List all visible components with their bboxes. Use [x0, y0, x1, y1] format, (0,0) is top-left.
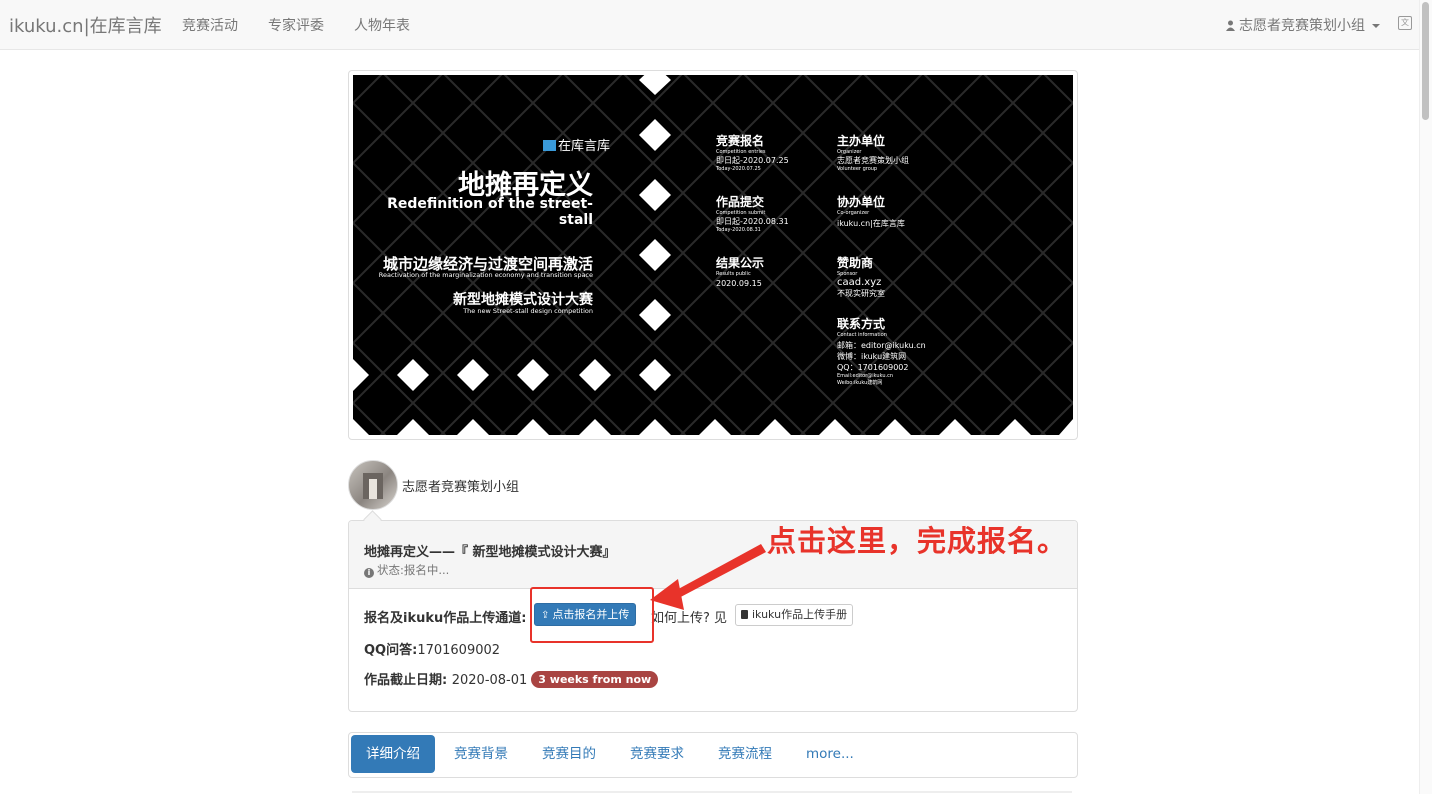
page-scrollbar[interactable] [1419, 0, 1432, 794]
user-menu-label: 志愿者竞赛策划小组 [1239, 18, 1365, 34]
qq-value: 1701609002 [417, 643, 501, 658]
submit-heading: 作品提交 [716, 195, 765, 209]
banner-sponsor: 赞助商 Sponsor caad.xyz 不现实研究室 [837, 254, 885, 299]
tab-purpose[interactable]: 竞赛目的 [527, 735, 611, 773]
deadline-label: 作品截止日期: [364, 673, 448, 688]
info-icon: i [364, 568, 374, 578]
banner-coorganizer: 协办单位 Co-organizer ikuku.cn|在库言库 [837, 193, 905, 229]
submit-value: 即日起-2020.08.31 [716, 217, 789, 226]
scrollbar-thumb[interactable] [1422, 2, 1429, 120]
user-icon [1226, 19, 1235, 31]
banner-entries: 竞赛报名 Competition entries 即日起-2020.07.25 … [716, 132, 789, 172]
user-menu[interactable]: 志愿者竞赛策划小组 [1226, 15, 1380, 35]
tab-requirements[interactable]: 竞赛要求 [615, 735, 699, 773]
nav-timeline[interactable]: 人物年表 [354, 15, 410, 35]
book-icon [741, 610, 748, 619]
organizer-value-en: Volunteer group [837, 166, 878, 172]
banner-subtitle-2-en: The new Street-stall design competition [463, 307, 593, 315]
contact-heading: 联系方式 [837, 317, 886, 331]
tab-more[interactable]: more... [791, 735, 869, 773]
contact-qq: QQ：1701609002 [837, 363, 909, 372]
entries-value-en: Today-2020.07.25 [716, 166, 761, 172]
deadline-badge: 3 weeks from now [531, 671, 659, 688]
language-icon[interactable]: 文 [1398, 16, 1412, 30]
qq-label: QQ问答: [364, 643, 418, 658]
upload-manual-button[interactable]: ikuku作品上传手册 [735, 604, 854, 626]
results-value: 2020.09.15 [716, 279, 762, 288]
banner-image: 在库言库 地摊再定义 Redefinition of the street-st… [353, 75, 1073, 435]
banner-title-en: Redefinition of the street-stall [387, 196, 593, 228]
author-avatar[interactable] [348, 460, 398, 510]
contact-email: 邮箱：editor@ikuku.cn [837, 341, 926, 350]
coorganizer-sub: Co-organizer [837, 210, 870, 216]
deadline-value: 2020-08-01 [451, 673, 528, 688]
nav-competitions[interactable]: 竞赛活动 [182, 15, 238, 35]
deadline-row: 作品截止日期: 2020-08-01 3 weeks from now [364, 669, 659, 688]
tab-background[interactable]: 竞赛背景 [439, 735, 523, 773]
competition-title: 地摊再定义——『 新型地摊模式设计大赛』 [364, 545, 616, 560]
results-heading: 结果公示 [716, 256, 765, 270]
banner-results: 结果公示 Results public 2020.09.15 [716, 254, 764, 288]
nav-judges[interactable]: 专家评委 [268, 15, 324, 35]
qq-row: QQ问答:1701609002 [364, 639, 500, 658]
sponsor-heading: 赞助商 [837, 256, 874, 270]
detail-tabs: 详细介绍 竞赛背景 竞赛目的 竞赛要求 竞赛流程 more... [348, 732, 1078, 778]
section-divider [352, 791, 1072, 793]
contact-sub: Contact information [837, 332, 887, 338]
contact-weibo: 微博：ikuku建筑网 [837, 352, 907, 361]
competition-status: i 状态:报名中... [364, 562, 449, 578]
sponsor-value: caad.xyz [837, 277, 882, 288]
status-text: 状态:报名中... [377, 563, 450, 577]
tab-details[interactable]: 详细介绍 [351, 735, 435, 773]
how-to-upload-text: 如何上传? 见 [651, 611, 728, 626]
chevron-down-icon [1372, 24, 1380, 28]
banner-organizer: 主办单位 Organizer 志愿者竞赛策划小组 Volunteer group [837, 132, 909, 172]
coorganizer-heading: 协办单位 [837, 195, 886, 209]
annotation-highlight-box [530, 587, 654, 643]
author-name[interactable]: 志愿者竞赛策划小组 [402, 476, 519, 495]
top-navbar: ikuku.cn|在库言库 竞赛活动 专家评委 人物年表 志愿者竞赛策划小组 文 [0, 0, 1432, 50]
annotation-text: 点击这里，完成报名。 [767, 524, 1068, 558]
banner-brand-text: 在库言库 [558, 139, 611, 154]
logo-icon [543, 140, 556, 151]
upload-manual-label: ikuku作品上传手册 [752, 608, 848, 621]
banner-submit: 作品提交 Competition submit 即日起-2020.08.31 T… [716, 193, 789, 233]
entries-heading: 竞赛报名 [716, 134, 765, 148]
organizer-value: 志愿者竞赛策划小组 [837, 156, 909, 165]
tab-process[interactable]: 竞赛流程 [703, 735, 787, 773]
site-brand[interactable]: ikuku.cn|在库言库 [9, 12, 162, 38]
entries-value: 即日起-2020.07.25 [716, 156, 789, 165]
sponsor-value-2: 不现实研究室 [837, 289, 885, 298]
competition-banner: 在库言库 地摊再定义 Redefinition of the street-st… [348, 70, 1078, 440]
submit-value-en: Today-2020.08.31 [716, 227, 761, 233]
banner-logo: 在库言库 [543, 135, 610, 154]
results-sub: Results public [716, 271, 751, 277]
organizer-heading: 主办单位 [837, 134, 886, 148]
banner-subtitle-2: 新型地摊模式设计大赛 [453, 292, 593, 308]
contact-weibo-en: Weibo:ikuku建筑网 [837, 380, 883, 386]
banner-contact: 联系方式 Contact information 邮箱：editor@ikuku… [837, 315, 926, 386]
banner-subtitle-1-en: Reactivation of the marginalization econ… [378, 271, 593, 279]
upload-channel-label: 报名及ikuku作品上传通道: [364, 611, 527, 626]
coorganizer-value: ikuku.cn|在库言库 [837, 219, 905, 228]
